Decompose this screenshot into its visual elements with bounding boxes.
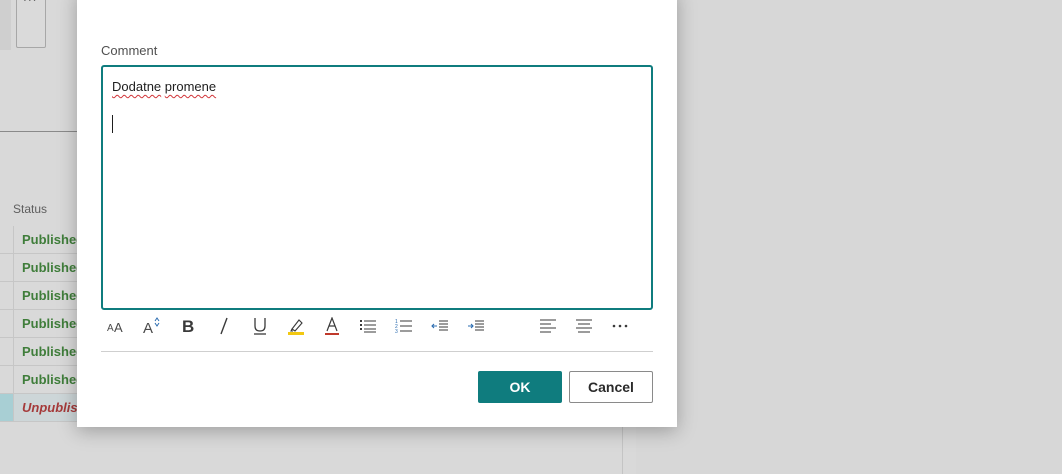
table-row: Published	[0, 366, 84, 394]
cancel-button[interactable]: Cancel	[569, 371, 653, 403]
table-row: Published	[0, 226, 84, 254]
table-row-selected: Unpublished	[0, 394, 101, 422]
svg-text:3: 3	[395, 329, 398, 334]
comment-word: promene	[164, 79, 217, 94]
row-selector	[0, 394, 14, 421]
highlight-button[interactable]	[281, 311, 311, 341]
table-row: Published	[0, 282, 84, 310]
status-cell: Published	[22, 372, 85, 387]
more-options-button[interactable]	[605, 311, 635, 341]
decrease-indent-button[interactable]	[425, 311, 455, 341]
row-selector	[0, 282, 14, 309]
table-row: Published	[0, 338, 84, 366]
comment-word: Dodatne	[112, 79, 162, 94]
font-family-icon: A A	[107, 320, 123, 334]
quote-button[interactable]: „	[497, 311, 527, 341]
increase-indent-icon	[468, 320, 484, 331]
status-rows: Published Published Published Published …	[0, 226, 101, 422]
comment-text: Dodatne promene	[112, 79, 216, 94]
row-selector	[0, 310, 14, 337]
increase-indent-button[interactable]	[461, 311, 491, 341]
table-row: Published	[0, 310, 84, 338]
numbered-list-button[interactable]: 1 2 3	[389, 311, 419, 341]
status-cell: Published	[22, 260, 85, 275]
align-left-button[interactable]	[533, 311, 563, 341]
align-center-button[interactable]	[569, 311, 599, 341]
numbered-list-icon: 1 2 3	[395, 319, 412, 334]
more-options-icon	[612, 324, 628, 328]
bold-icon: B	[182, 317, 194, 335]
decrease-indent-icon	[431, 320, 448, 331]
comment-editor[interactable]: Dodatne promene	[101, 65, 653, 310]
row-selector	[0, 226, 14, 253]
underline-icon	[254, 318, 266, 335]
quote-icon: „	[506, 319, 514, 333]
row-selector	[0, 338, 14, 365]
align-left-icon	[540, 319, 556, 333]
text-cursor	[112, 115, 113, 133]
align-center-icon	[576, 319, 592, 333]
bulleted-list-button[interactable]	[353, 311, 383, 341]
font-family-button[interactable]: A A	[101, 311, 131, 341]
table-row: Published	[0, 254, 84, 282]
highlight-icon	[288, 319, 304, 335]
more-icon: ...	[23, 0, 37, 4]
bulleted-list-icon	[360, 320, 376, 333]
background-more-button: ...	[16, 0, 46, 48]
italic-button[interactable]	[209, 311, 239, 341]
font-color-button[interactable]	[317, 311, 347, 341]
font-color-icon	[325, 317, 339, 335]
svg-text:A: A	[107, 323, 114, 334]
svg-text:A: A	[114, 320, 123, 334]
formatting-toolbar: A A A B 1 2 3 „	[101, 311, 653, 341]
comment-dialog: Comment Dodatne promene A A A B 1 2 3 „ …	[77, 0, 677, 427]
svg-text:A: A	[143, 320, 153, 335]
background-left-strip	[0, 0, 11, 50]
status-cell: Published	[22, 232, 85, 247]
ok-button[interactable]: OK	[478, 371, 562, 403]
svg-text:„: „	[506, 319, 514, 333]
status-column-header: Status	[13, 202, 48, 216]
font-size-button[interactable]: A	[137, 311, 167, 341]
row-selector	[0, 366, 14, 393]
underline-button[interactable]	[245, 311, 275, 341]
bold-button[interactable]: B	[173, 311, 203, 341]
status-cell: Published	[22, 316, 85, 331]
row-selector	[0, 254, 14, 281]
status-cell: Published	[22, 288, 85, 303]
background-divider	[0, 131, 77, 132]
toolbar-divider	[101, 351, 653, 352]
font-size-icon: A	[143, 317, 160, 335]
svg-text:B: B	[182, 317, 194, 335]
italic-icon	[220, 317, 228, 335]
status-cell: Published	[22, 344, 85, 359]
comment-label: Comment	[101, 43, 158, 58]
